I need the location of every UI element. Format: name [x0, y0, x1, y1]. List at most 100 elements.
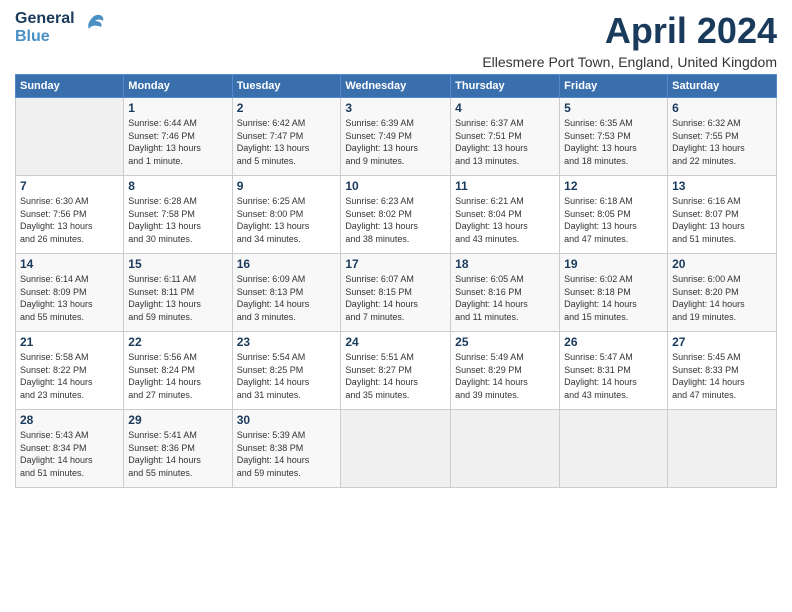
calendar-cell: 13Sunrise: 6:16 AM Sunset: 8:07 PM Dayli…	[668, 176, 777, 254]
day-number: 8	[128, 179, 227, 193]
calendar-cell: 7 Sunrise: 6:30 AM Sunset: 7:56 PM Daylig…	[16, 176, 124, 254]
day-info: Sunrise: 5:56 AM Sunset: 8:24 PM Dayligh…	[128, 351, 227, 401]
day-number: 13	[672, 179, 772, 193]
day-info: Sunrise: 6:05 AM Sunset: 8:16 PM Dayligh…	[455, 273, 555, 323]
day-number: 7	[20, 179, 119, 193]
day-info: Sunrise: 6:42 AM Sunset: 7:47 PM Dayligh…	[237, 117, 337, 167]
calendar-cell	[668, 410, 777, 488]
calendar-cell: 11 Sunrise: 6:21 AM Sunset: 8:04 PM Dayli…	[451, 176, 560, 254]
calendar-cell: 25Sunrise: 5:49 AM Sunset: 8:29 PM Dayli…	[451, 332, 560, 410]
day-number: 18	[455, 257, 555, 271]
col-saturday: Saturday	[668, 75, 777, 98]
day-info: Sunrise: 6:28 AM Sunset: 7:58 PM Dayligh…	[128, 195, 227, 245]
calendar-cell: 1 Sunrise: 6:44 AM Sunset: 7:46 PM Daylig…	[124, 98, 232, 176]
calendar-cell: 9 Sunrise: 6:25 AM Sunset: 8:00 PM Daylig…	[232, 176, 341, 254]
calendar-week-row: 14Sunrise: 6:14 AM Sunset: 8:09 PM Dayli…	[16, 254, 777, 332]
col-friday: Friday	[560, 75, 668, 98]
page-header: General Blue April 2024 Ellesmere Port T…	[15, 10, 777, 70]
day-number: 16	[237, 257, 337, 271]
calendar-cell: 19 Sunrise: 6:02 AM Sunset: 8:18 PM Dayli…	[560, 254, 668, 332]
day-number: 24	[345, 335, 446, 349]
calendar-cell: 16 Sunrise: 6:09 AM Sunset: 8:13 PM Dayli…	[232, 254, 341, 332]
calendar-cell: 6 Sunrise: 6:32 AM Sunset: 7:55 PM Daylig…	[668, 98, 777, 176]
calendar-cell: 21 Sunrise: 5:58 AM Sunset: 8:22 PM Dayli…	[16, 332, 124, 410]
calendar-cell: 12 Sunrise: 6:18 AM Sunset: 8:05 PM Dayli…	[560, 176, 668, 254]
day-number: 14	[20, 257, 119, 271]
calendar-week-row: 1 Sunrise: 6:44 AM Sunset: 7:46 PM Daylig…	[16, 98, 777, 176]
day-number: 5	[564, 101, 663, 115]
col-tuesday: Tuesday	[232, 75, 341, 98]
calendar-cell: 4Sunrise: 6:37 AM Sunset: 7:51 PM Daylig…	[451, 98, 560, 176]
logo-bird-icon	[79, 9, 107, 43]
day-number: 30	[237, 413, 337, 427]
day-info: Sunrise: 6:39 AM Sunset: 7:49 PM Dayligh…	[345, 117, 446, 167]
day-info: Sunrise: 6:23 AM Sunset: 8:02 PM Dayligh…	[345, 195, 446, 245]
calendar-cell: 24 Sunrise: 5:51 AM Sunset: 8:27 PM Dayli…	[341, 332, 451, 410]
day-info: Sunrise: 5:54 AM Sunset: 8:25 PM Dayligh…	[237, 351, 337, 401]
day-info: Sunrise: 6:00 AM Sunset: 8:20 PM Dayligh…	[672, 273, 772, 323]
day-info: Sunrise: 6:21 AM Sunset: 8:04 PM Dayligh…	[455, 195, 555, 245]
day-info: Sunrise: 5:39 AM Sunset: 8:38 PM Dayligh…	[237, 429, 337, 479]
day-number: 23	[237, 335, 337, 349]
calendar-cell	[451, 410, 560, 488]
day-number: 11	[455, 179, 555, 193]
calendar-cell: 27 Sunrise: 5:45 AM Sunset: 8:33 PM Dayli…	[668, 332, 777, 410]
col-thursday: Thursday	[451, 75, 560, 98]
day-number: 1	[128, 101, 227, 115]
day-info: Sunrise: 6:09 AM Sunset: 8:13 PM Dayligh…	[237, 273, 337, 323]
calendar-cell: 10Sunrise: 6:23 AM Sunset: 8:02 PM Dayli…	[341, 176, 451, 254]
logo-blue: Blue	[15, 28, 75, 46]
calendar-cell: 30 Sunrise: 5:39 AM Sunset: 8:38 PM Dayli…	[232, 410, 341, 488]
day-info: Sunrise: 5:49 AM Sunset: 8:29 PM Dayligh…	[455, 351, 555, 401]
day-number: 26	[564, 335, 663, 349]
title-section: April 2024 Ellesmere Port Town, England,…	[482, 10, 777, 70]
day-number: 20	[672, 257, 772, 271]
logo: General Blue	[15, 10, 107, 45]
calendar-cell: 22Sunrise: 5:56 AM Sunset: 8:24 PM Dayli…	[124, 332, 232, 410]
calendar-cell: 23 Sunrise: 5:54 AM Sunset: 8:25 PM Dayli…	[232, 332, 341, 410]
day-info: Sunrise: 6:07 AM Sunset: 8:15 PM Dayligh…	[345, 273, 446, 323]
calendar-week-row: 21 Sunrise: 5:58 AM Sunset: 8:22 PM Dayli…	[16, 332, 777, 410]
day-info: Sunrise: 6:18 AM Sunset: 8:05 PM Dayligh…	[564, 195, 663, 245]
day-info: Sunrise: 5:47 AM Sunset: 8:31 PM Dayligh…	[564, 351, 663, 401]
day-info: Sunrise: 5:51 AM Sunset: 8:27 PM Dayligh…	[345, 351, 446, 401]
day-info: Sunrise: 5:58 AM Sunset: 8:22 PM Dayligh…	[20, 351, 119, 401]
calendar-cell: 20 Sunrise: 6:00 AM Sunset: 8:20 PM Dayli…	[668, 254, 777, 332]
calendar-cell: 28 Sunrise: 5:43 AM Sunset: 8:34 PM Dayli…	[16, 410, 124, 488]
day-info: Sunrise: 6:35 AM Sunset: 7:53 PM Dayligh…	[564, 117, 663, 167]
col-wednesday: Wednesday	[341, 75, 451, 98]
day-info: Sunrise: 6:02 AM Sunset: 8:18 PM Dayligh…	[564, 273, 663, 323]
location: Ellesmere Port Town, England, United Kin…	[482, 54, 777, 70]
day-number: 21	[20, 335, 119, 349]
day-info: Sunrise: 6:25 AM Sunset: 8:00 PM Dayligh…	[237, 195, 337, 245]
day-number: 6	[672, 101, 772, 115]
calendar-cell: 3 Sunrise: 6:39 AM Sunset: 7:49 PM Daylig…	[341, 98, 451, 176]
day-number: 19	[564, 257, 663, 271]
logo-general: General	[15, 10, 75, 28]
day-number: 3	[345, 101, 446, 115]
calendar-cell: 18 Sunrise: 6:05 AM Sunset: 8:16 PM Dayli…	[451, 254, 560, 332]
day-number: 9	[237, 179, 337, 193]
calendar-cell: 29Sunrise: 5:41 AM Sunset: 8:36 PM Dayli…	[124, 410, 232, 488]
col-monday: Monday	[124, 75, 232, 98]
calendar-cell: 17 Sunrise: 6:07 AM Sunset: 8:15 PM Dayli…	[341, 254, 451, 332]
calendar-cell: 8 Sunrise: 6:28 AM Sunset: 7:58 PM Daylig…	[124, 176, 232, 254]
day-info: Sunrise: 6:44 AM Sunset: 7:46 PM Dayligh…	[128, 117, 227, 167]
day-number: 2	[237, 101, 337, 115]
day-info: Sunrise: 5:45 AM Sunset: 8:33 PM Dayligh…	[672, 351, 772, 401]
calendar-cell: 2 Sunrise: 6:42 AM Sunset: 7:47 PM Daylig…	[232, 98, 341, 176]
calendar-cell: 15 Sunrise: 6:11 AM Sunset: 8:11 PM Dayli…	[124, 254, 232, 332]
calendar-cell: 14Sunrise: 6:14 AM Sunset: 8:09 PM Dayli…	[16, 254, 124, 332]
day-info: Sunrise: 6:11 AM Sunset: 8:11 PM Dayligh…	[128, 273, 227, 323]
calendar: Sunday Monday Tuesday Wednesday Thursday…	[15, 74, 777, 488]
day-number: 15	[128, 257, 227, 271]
day-number: 17	[345, 257, 446, 271]
day-info: Sunrise: 6:32 AM Sunset: 7:55 PM Dayligh…	[672, 117, 772, 167]
day-number: 12	[564, 179, 663, 193]
day-number: 28	[20, 413, 119, 427]
col-sunday: Sunday	[16, 75, 124, 98]
day-number: 27	[672, 335, 772, 349]
day-info: Sunrise: 6:30 AM Sunset: 7:56 PM Dayligh…	[20, 195, 119, 245]
day-info: Sunrise: 5:43 AM Sunset: 8:34 PM Dayligh…	[20, 429, 119, 479]
day-number: 4	[455, 101, 555, 115]
